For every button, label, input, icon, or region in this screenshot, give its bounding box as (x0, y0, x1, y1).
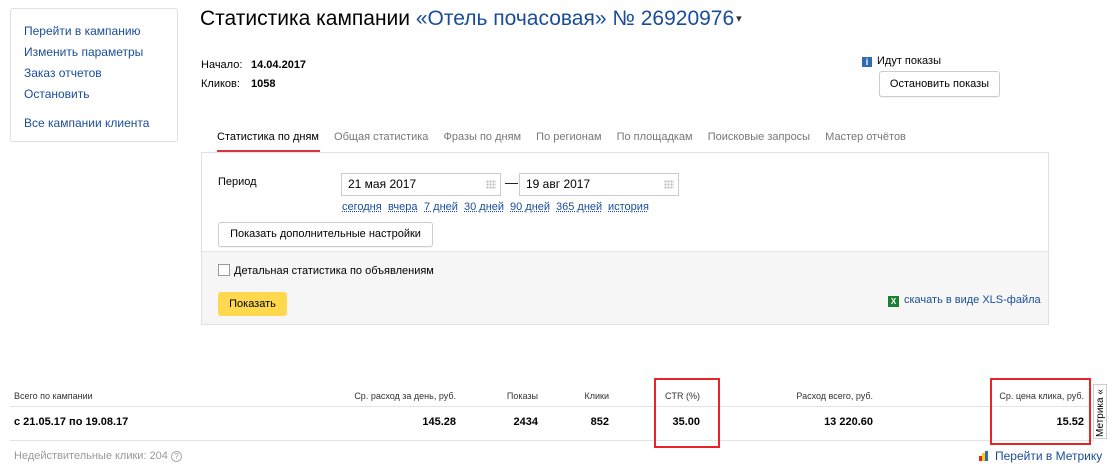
campaign-name-link[interactable]: «Отель почасовая» № 26920976 (416, 7, 734, 30)
tab-search-queries[interactable]: Поисковые запросы (708, 131, 810, 143)
go-to-metrika-label[interactable]: Перейти в Метрику (995, 449, 1102, 463)
stats-tabs: Статистика по дням Общая статистика Фраз… (217, 131, 918, 143)
calendar-icon[interactable] (664, 180, 674, 189)
date-range-dash: — (505, 175, 518, 190)
show-button[interactable]: Показать (218, 292, 287, 316)
col-header-campaign-total: Всего по кампании (14, 391, 93, 401)
date-from-value: 21 мая 2017 (348, 177, 417, 191)
chevron-down-icon[interactable]: ▾ (736, 13, 742, 25)
metrika-icon (979, 451, 989, 461)
status-text: Идут показы (877, 55, 941, 67)
col-header-impressions: Показы (506, 391, 538, 401)
stop-impressions-button[interactable]: Остановить показы (879, 71, 1000, 97)
col-header-clicks: Клики (584, 391, 610, 401)
start-label: Начало: (201, 59, 243, 71)
metrika-side-tab[interactable]: Метрика « (1093, 384, 1107, 439)
page-title-prefix: Статистика кампании (200, 7, 410, 30)
tab-by-sites[interactable]: По площадкам (617, 131, 693, 143)
filter-panel-footer (201, 251, 1049, 325)
sidebar-item-stop[interactable]: Остановить (24, 84, 177, 105)
page-title: Статистика кампании «Отель почасовая» № … (200, 7, 742, 31)
table-row-divider (10, 440, 1094, 441)
go-to-metrika-link[interactable]: Перейти в Метрику (979, 449, 1102, 463)
detailed-stats-label[interactable]: Детальная статистика по объявлениям (234, 265, 434, 277)
sidebar: Перейти в кампанию Изменить параметры За… (10, 8, 178, 142)
start-value: 14.04.2017 (251, 59, 307, 71)
quick-period-yesterday[interactable]: вчера (388, 201, 417, 213)
excel-icon: X (888, 296, 899, 307)
cell-impressions: 2434 (513, 416, 538, 428)
quick-period-history[interactable]: история (608, 201, 649, 213)
cell-avg-daily-spend: 145.28 (422, 416, 456, 428)
col-header-avg-daily-spend: Ср. расход за день, руб. (354, 391, 456, 401)
sidebar-item-all-campaigns[interactable]: Все кампании клиента (24, 113, 177, 134)
invalid-clicks-text: Недействительные клики: 204 (14, 450, 168, 462)
advanced-settings-button[interactable]: Показать дополнительные настройки (218, 222, 433, 247)
tab-report-wizard[interactable]: Мастер отчётов (825, 131, 906, 143)
cell-clicks: 852 (590, 416, 609, 428)
detailed-stats-checkbox[interactable] (218, 264, 230, 276)
start-date-row: Начало: 14.04.2017 (201, 59, 306, 71)
ctr-highlight-box (654, 378, 720, 448)
detailed-stats-row: Детальная статистика по объявлениям (218, 264, 434, 277)
tab-stats-by-day[interactable]: Статистика по дням (217, 131, 319, 143)
campaign-status: i Идут показы (862, 55, 941, 67)
period-label: Период (218, 176, 257, 188)
sidebar-item-go-to-campaign[interactable]: Перейти в кампанию (24, 21, 177, 42)
sidebar-item-edit-parameters[interactable]: Изменить параметры (24, 42, 177, 63)
table-header-divider (10, 406, 1094, 407)
avg-cpc-highlight-box (990, 378, 1091, 445)
tab-phrases-by-day[interactable]: Фразы по дням (443, 131, 521, 143)
date-to-value: 19 авг 2017 (526, 177, 591, 191)
metrika-side-tab-label: Метрика « (1095, 389, 1106, 437)
help-icon[interactable]: ? (170, 451, 182, 462)
download-xls-label[interactable]: скачать в виде XLS-файла (904, 294, 1041, 306)
tab-by-regions[interactable]: По регионам (536, 131, 601, 143)
invalid-clicks: Недействительные клики: 204? (14, 450, 182, 462)
cell-period: с 21.05.17 по 19.08.17 (14, 416, 129, 428)
clicks-value: 1058 (251, 78, 276, 90)
clicks-label: Кликов: (201, 78, 240, 90)
col-header-total-spend: Расход всего, руб. (796, 391, 873, 401)
quick-period-90-days[interactable]: 90 дней (510, 201, 550, 213)
cell-total-spend: 13 220.60 (824, 416, 873, 428)
sidebar-item-order-reports[interactable]: Заказ отчетов (24, 63, 177, 84)
tab-general-stats[interactable]: Общая статистика (334, 131, 428, 143)
quick-period-7-days[interactable]: 7 дней (424, 201, 458, 213)
date-to-input[interactable]: 19 авг 2017 (519, 173, 679, 196)
date-from-input[interactable]: 21 мая 2017 (341, 173, 501, 196)
clicks-row: Кликов: 1058 (201, 78, 275, 90)
quick-period-today[interactable]: сегодня (342, 201, 382, 213)
info-icon: i (862, 57, 872, 67)
quick-period-365-days[interactable]: 365 дней (556, 201, 602, 213)
quick-period-30-days[interactable]: 30 дней (464, 201, 504, 213)
download-xls-link[interactable]: Xскачать в виде XLS-файла (888, 294, 1041, 307)
calendar-icon[interactable] (486, 180, 496, 189)
